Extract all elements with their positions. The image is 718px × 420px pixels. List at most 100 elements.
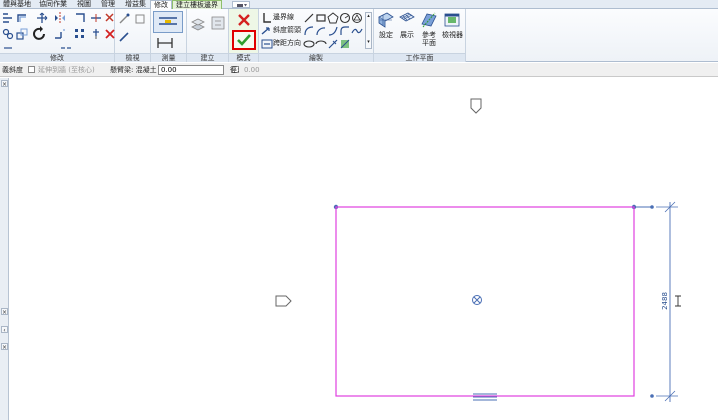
panel-draw: 邊界線 斜度箭頭 跨距方向 ▴ ▾ 繪製 bbox=[259, 9, 374, 62]
panel-modify: 修改 bbox=[0, 9, 115, 62]
set-workplane-icon[interactable] bbox=[378, 12, 394, 28]
tab-collaborate[interactable]: 協同作業 bbox=[36, 0, 70, 9]
workplane-viewer-icon[interactable] bbox=[444, 12, 460, 28]
draw-gallery-scroll[interactable]: ▴ ▾ bbox=[365, 12, 372, 49]
panel-measure: 測量 bbox=[151, 9, 187, 62]
boundary-line-label[interactable]: 邊界線 bbox=[273, 13, 294, 22]
scale-icon[interactable] bbox=[16, 28, 28, 40]
offset-prefix-label: 懸臂梁: 混凝土 bbox=[110, 66, 157, 74]
split-icon[interactable] bbox=[90, 12, 102, 24]
radius-label: 徑: bbox=[230, 66, 240, 74]
aligned-dimension-icon bbox=[159, 17, 177, 25]
pin-icon[interactable] bbox=[90, 28, 102, 40]
vertical-dimension[interactable]: 2488 bbox=[656, 201, 678, 402]
ribbon: 修改 檢視 測量 建立 模式 邊界線 斜度箭頭 跨距方向 ▴ ▾ 繪製 設定 展… bbox=[0, 9, 718, 62]
arc-center-icon[interactable] bbox=[315, 25, 327, 37]
panel-create-label: 建立 bbox=[187, 53, 228, 62]
span-direction-label[interactable]: 跨距方向 bbox=[273, 39, 301, 48]
gallery-up-icon: ▴ bbox=[367, 13, 370, 19]
panel-draw-label: 繪製 bbox=[259, 53, 373, 62]
finish-edit-mode-button[interactable] bbox=[232, 30, 256, 50]
set-workplane-label[interactable]: 設定 bbox=[379, 31, 393, 40]
panel-workplane: 設定 展示 參考平面 檢視器 工作平面 bbox=[374, 9, 466, 62]
span-direction-symbol[interactable] bbox=[473, 393, 497, 401]
tangent-arc-icon[interactable] bbox=[327, 25, 339, 37]
measure-between-icon[interactable] bbox=[156, 36, 174, 50]
dimension-grip[interactable] bbox=[650, 394, 654, 398]
mirror-icon[interactable] bbox=[54, 12, 66, 24]
span-direction-icon[interactable] bbox=[261, 38, 273, 50]
circumscribed-polygon-icon[interactable] bbox=[351, 12, 363, 24]
rotate-icon[interactable] bbox=[32, 26, 48, 42]
panel-modify-label: 修改 bbox=[0, 53, 114, 62]
properties-close-icon[interactable]: × bbox=[1, 80, 8, 88]
floor-boundary-sketch[interactable] bbox=[335, 206, 635, 397]
extend-into-wall-checkbox[interactable] bbox=[28, 66, 35, 73]
offset-icon[interactable] bbox=[16, 12, 28, 24]
browser-close-icon[interactable]: × bbox=[1, 343, 8, 351]
align-icon[interactable] bbox=[2, 12, 14, 24]
spline-icon[interactable] bbox=[351, 25, 363, 37]
create-group-icon[interactable] bbox=[210, 15, 226, 31]
center-mark-icon bbox=[472, 295, 482, 305]
tab-manage[interactable]: 管理 bbox=[98, 0, 118, 9]
partial-ellipse-icon[interactable] bbox=[315, 38, 327, 50]
trim-icon[interactable] bbox=[74, 12, 86, 24]
tab-view[interactable]: 視圖 bbox=[74, 0, 94, 9]
panel-mode-label: 模式 bbox=[229, 53, 258, 62]
view-properties-icon[interactable] bbox=[134, 13, 146, 25]
line-icon[interactable] bbox=[303, 12, 315, 24]
gallery-down-icon: ▾ bbox=[367, 39, 370, 45]
ribbon-tab-strip: 體與基地 協同作業 視圖 管理 增益集 修改 建立樓板邊界 bbox=[0, 0, 718, 10]
dimension-grip[interactable] bbox=[650, 205, 654, 209]
radius-value: 0.00 bbox=[244, 66, 260, 74]
panel-mode: 模式 bbox=[229, 9, 259, 62]
extend-into-wall-label: 延伸到牆 (至核心) bbox=[38, 66, 95, 74]
offset-input[interactable] bbox=[158, 65, 224, 75]
create-similar-icon[interactable] bbox=[190, 15, 206, 31]
reference-plane-label[interactable]: 參考平面 bbox=[422, 31, 436, 47]
workplane-viewer-label[interactable]: 檢視器 bbox=[442, 31, 463, 40]
options-bar: 義斜度 延伸到牆 (至核心) 懸臂梁: 混凝土 偏移 徑: 0.00 bbox=[0, 63, 718, 77]
boundary-line-icon[interactable] bbox=[261, 12, 273, 24]
show-workplane-label[interactable]: 展示 bbox=[400, 31, 414, 40]
checkmark-icon bbox=[237, 34, 251, 46]
west-elevation-marker[interactable] bbox=[275, 295, 292, 307]
polygon-icon[interactable] bbox=[327, 12, 339, 24]
arc-start-end-icon[interactable] bbox=[303, 25, 315, 37]
override-graphics-icon[interactable] bbox=[118, 13, 130, 25]
options-lead-label: 義斜度 bbox=[2, 66, 23, 74]
panel-view-label: 檢視 bbox=[115, 53, 150, 62]
cancel-edit-icon[interactable] bbox=[237, 13, 251, 27]
left-panel-strip: × × ‹ × bbox=[0, 78, 9, 420]
tab-addins[interactable]: 增益集 bbox=[122, 0, 149, 9]
pick-lines-icon[interactable] bbox=[327, 38, 339, 50]
measure-dimension-button[interactable] bbox=[153, 11, 183, 33]
ribbon-minimize-button[interactable] bbox=[232, 1, 250, 8]
ribbon-minimize-icon bbox=[237, 4, 247, 7]
ellipse-icon[interactable] bbox=[303, 38, 315, 50]
reference-plane-icon[interactable] bbox=[421, 12, 437, 28]
copy-icon[interactable] bbox=[2, 28, 14, 40]
panel-measure-label: 測量 bbox=[151, 53, 186, 62]
slope-arrow-icon[interactable] bbox=[261, 25, 273, 37]
rectangle-icon[interactable] bbox=[315, 12, 327, 24]
panel-create: 建立 bbox=[187, 9, 229, 62]
drawing-canvas[interactable]: 2488 bbox=[10, 78, 718, 420]
ribbon-empty-area bbox=[466, 9, 718, 62]
project-browser-close-icon[interactable]: × bbox=[1, 308, 8, 316]
panel-view: 檢視 bbox=[115, 9, 151, 62]
array-icon[interactable] bbox=[74, 28, 86, 40]
linework-icon[interactable] bbox=[118, 31, 130, 43]
dimension-value[interactable]: 2488 bbox=[661, 292, 669, 310]
move-icon[interactable] bbox=[36, 12, 48, 24]
tab-massing-site[interactable]: 體與基地 bbox=[0, 0, 34, 9]
extend-icon[interactable] bbox=[54, 28, 66, 40]
pick-walls-icon[interactable] bbox=[339, 38, 351, 50]
fillet-arc-icon[interactable] bbox=[339, 25, 351, 37]
slope-arrow-label[interactable]: 斜度箭頭 bbox=[273, 26, 301, 35]
circle-icon[interactable] bbox=[339, 12, 351, 24]
north-elevation-marker[interactable] bbox=[470, 98, 482, 114]
show-workplane-icon[interactable] bbox=[399, 12, 415, 28]
collapse-arrow-icon[interactable]: ‹ bbox=[1, 326, 8, 334]
